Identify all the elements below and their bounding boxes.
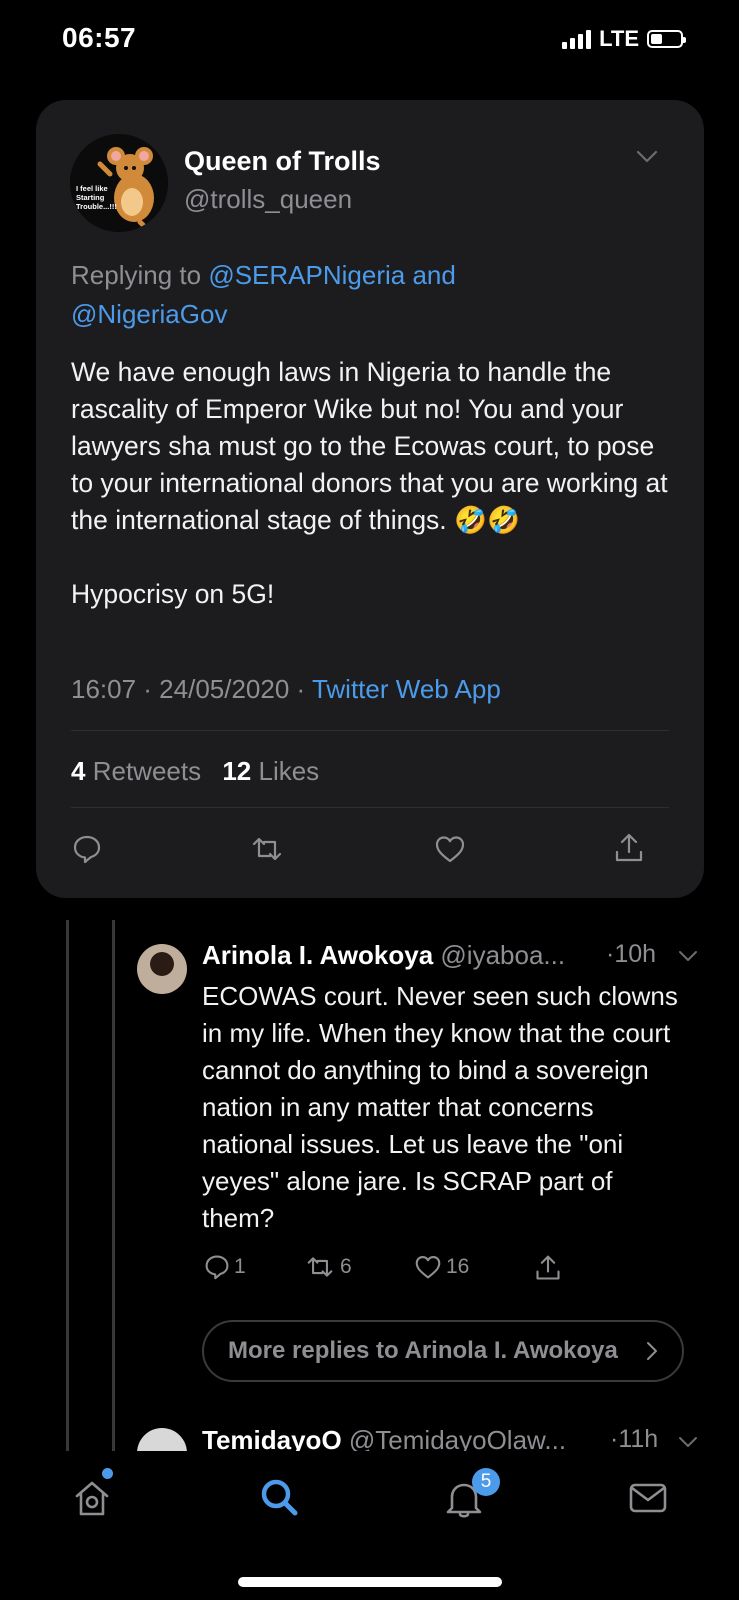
tweet-body: We have enough laws in Nigeria to handle… <box>71 354 671 613</box>
author-name[interactable]: Queen of Trolls <box>184 146 381 177</box>
reply-count: 1 <box>234 1255 246 1278</box>
thread-line <box>66 920 69 1451</box>
reply-header: Arinola I. Awokoya @iyaboa... <box>202 940 565 971</box>
author-avatar[interactable]: I feel like Starting Trouble...!!! <box>70 134 168 232</box>
mention-link[interactable]: @NigeriaGov <box>71 299 227 329</box>
notifications-badge: 5 <box>472 1468 500 1496</box>
share-icon[interactable] <box>614 832 644 864</box>
reply-author-handle[interactable]: @TemidayoOlaw... <box>349 1425 566 1451</box>
tweet-meta: 16:07 · 24/05/2020 · Twitter Web App <box>71 674 501 705</box>
home-new-dot <box>102 1468 113 1479</box>
mention-link[interactable]: @SERAPNigeria <box>208 260 405 290</box>
reply-body: ECOWAS court. Never seen such clowns in … <box>202 981 678 1233</box>
reply-time: ·11h <box>610 1425 659 1451</box>
mail-icon[interactable] <box>628 1482 668 1514</box>
home-icon[interactable] <box>72 1478 112 1518</box>
chevron-down-icon[interactable] <box>636 150 658 164</box>
tweet-paragraph: We have enough laws in Nigeria to handle… <box>71 357 668 535</box>
tweet-paragraph: Hypocrisy on 5G! <box>71 579 275 609</box>
author-handle[interactable]: @trolls_queen <box>184 184 352 215</box>
retweet-count: 6 <box>340 1255 352 1278</box>
search-icon[interactable] <box>258 1476 300 1518</box>
reply-header: TemidayoO @TemidayoOlaw... <box>202 1425 566 1451</box>
home-indicator <box>238 1577 502 1587</box>
retweets-stat[interactable]: 4 Retweets <box>71 756 201 786</box>
like-icon <box>415 1255 441 1279</box>
reply-author-name[interactable]: TemidayoO <box>202 1425 342 1451</box>
like-count: 16 <box>446 1255 470 1278</box>
more-replies-button[interactable]: More replies to Arinola I. Awokoya <box>202 1320 684 1382</box>
reply-comment-button[interactable]: 1 <box>204 1254 246 1280</box>
chevron-down-icon[interactable] <box>678 950 698 962</box>
thread-line <box>112 920 115 1451</box>
reply-author-handle[interactable]: @iyaboa... <box>440 940 565 970</box>
divider <box>71 730 669 731</box>
retweet-icon <box>307 1257 333 1277</box>
divider <box>71 807 669 808</box>
reply-icon <box>205 1255 229 1280</box>
retweet-icon[interactable] <box>250 834 284 864</box>
share-icon[interactable] <box>534 1254 562 1282</box>
reply-icon[interactable] <box>72 834 102 864</box>
tweet-timestamp: 16:07 · 24/05/2020 · <box>71 674 306 704</box>
avatar-caption: I feel like Starting Trouble...!!! <box>76 184 117 211</box>
reply-retweet-button[interactable]: 6 <box>304 1254 352 1280</box>
reply-author-name[interactable]: Arinola I. Awokoya <box>202 940 433 970</box>
reply-like-button[interactable]: 16 <box>414 1254 469 1280</box>
tweet-stats: 4 Retweets 12 Likes <box>71 756 319 787</box>
more-replies-label: More replies to Arinola I. Awokoya <box>228 1337 618 1364</box>
likes-stat[interactable]: 12 Likes <box>222 756 319 786</box>
reply-avatar[interactable] <box>137 1428 187 1451</box>
tweet-source-link[interactable]: Twitter Web App <box>312 674 501 704</box>
like-icon[interactable] <box>434 834 466 864</box>
timeline-viewport[interactable]: I feel like Starting Trouble...!!! Queen… <box>0 0 739 1451</box>
reply-avatar[interactable] <box>137 944 187 994</box>
chevron-down-icon[interactable] <box>678 1436 698 1448</box>
replying-to: Replying to @SERAPNigeria and @NigeriaGo… <box>71 260 456 329</box>
chevron-right-icon <box>647 1342 657 1360</box>
reply-time: ·10h <box>606 940 657 968</box>
